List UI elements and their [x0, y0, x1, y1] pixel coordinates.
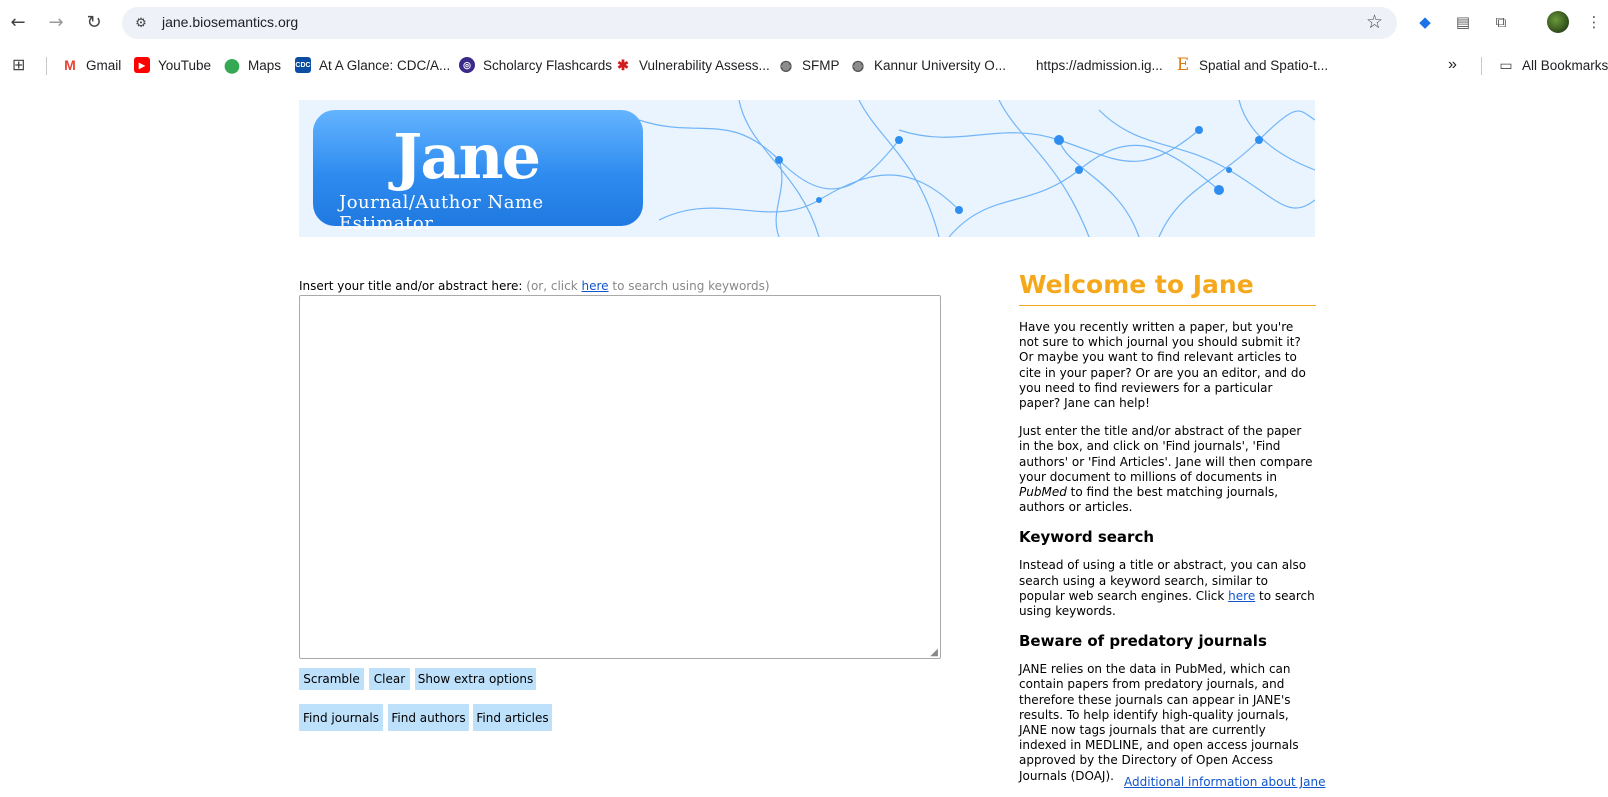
find-articles-button[interactable]: Find articles: [473, 704, 552, 731]
menu-kebab-icon[interactable]: ⋮: [1582, 10, 1606, 34]
all-bookmarks-button[interactable]: ▭ All Bookmarks: [1498, 56, 1608, 74]
folder-icon: ▭: [1499, 56, 1513, 73]
bookmark-label: Vulnerability Assess...: [639, 57, 770, 73]
resize-handle-icon[interactable]: ◢: [930, 647, 938, 658]
bookmark-star-icon[interactable]: ☆: [1366, 11, 1383, 33]
additional-info-link[interactable]: Additional information about Jane: [1124, 775, 1325, 789]
maps-pin-icon: ⬤: [224, 56, 240, 73]
predatory-heading: Beware of predatory journals: [1019, 632, 1267, 651]
scholarcy-icon: ◎: [459, 57, 475, 73]
hint-prefix: (or, click: [526, 279, 578, 293]
keyword-paragraph: Instead of using a title or abstract, yo…: [1019, 558, 1316, 619]
bookmark-separator: [46, 57, 47, 75]
cdc-icon: CDC: [295, 57, 311, 73]
keyword-hint: (or, click here to search using keywords…: [526, 279, 769, 293]
bookmarks-bar: ⊞ M Gmail ▶ YouTube ⬤ Maps CDC At A Glan…: [0, 48, 1608, 82]
site-settings-icon[interactable]: ⚙: [132, 14, 150, 32]
url-text[interactable]: jane.biosemantics.org: [162, 14, 298, 30]
bookmark-vulnerability[interactable]: ✱ Vulnerability Assess...: [615, 56, 770, 74]
bookmark-label: Gmail: [86, 57, 122, 73]
scramble-button[interactable]: Scramble: [299, 668, 364, 690]
bookmark-label: https://admission.ig...: [1036, 57, 1163, 73]
globe-icon: ◍: [779, 56, 793, 73]
clear-button[interactable]: Clear: [369, 668, 410, 690]
abstract-label: Insert your title and/or abstract here: …: [299, 279, 770, 293]
keyword-search-link[interactable]: here: [582, 279, 609, 293]
youtube-icon: ▶: [134, 57, 150, 73]
abstract-label-text: Insert your title and/or abstract here:: [299, 279, 523, 293]
bookmark-scholarcy[interactable]: ◎ Scholarcy Flashcards: [459, 56, 612, 74]
apps-grid-icon[interactable]: ⊞: [12, 56, 25, 74]
jane-banner: Jane Journal/Author Name Estimator: [299, 100, 1315, 237]
bookmark-label: YouTube: [158, 57, 212, 73]
bookmark-label: Scholarcy Flashcards: [483, 57, 613, 73]
welcome-sidebar: Welcome to Jane Have you recently writte…: [1019, 270, 1316, 797]
intro-paragraph: Have you recently written a paper, but y…: [1019, 320, 1306, 411]
bookmark-sfmp[interactable]: ◍ SFMP: [778, 56, 840, 74]
vulnerability-icon: ✱: [617, 56, 629, 73]
hint-suffix: to search using keywords): [612, 279, 770, 293]
browser-toolbar: ← → ↻ ⚙ jane.biosemantics.org ☆ ◆ ▤ ⧉ ⋮: [0, 0, 1608, 44]
bookmark-spatial[interactable]: E Spatial and Spatio-t...: [1175, 55, 1329, 75]
reading-mode-icon[interactable]: ▤: [1451, 10, 1475, 34]
bookmark-separator: [1481, 57, 1482, 75]
extension-icon[interactable]: ◆: [1413, 10, 1437, 34]
bookmark-label: Spatial and Spatio-t...: [1199, 57, 1329, 73]
find-authors-button[interactable]: Find authors: [388, 704, 469, 731]
how-to-text: Just enter the title and/or abstract of …: [1019, 424, 1313, 484]
logo-title: Jane: [393, 120, 541, 193]
forward-arrow-icon[interactable]: →: [43, 9, 69, 35]
bookmark-kannur[interactable]: ◍ Kannur University O...: [850, 56, 1006, 74]
gmail-icon: M: [64, 57, 76, 73]
bookmarks-overflow-button[interactable]: »: [1448, 56, 1457, 74]
bookmark-maps[interactable]: ⬤ Maps: [224, 56, 281, 74]
globe-icon: ◍: [851, 56, 865, 73]
bookmark-gmail[interactable]: M Gmail: [62, 56, 121, 74]
address-bar[interactable]: ⚙ jane.biosemantics.org ☆: [122, 7, 1397, 39]
bookmark-label: Kannur University O...: [874, 57, 1007, 73]
predatory-paragraph: JANE relies on the data in PubMed, which…: [1019, 662, 1299, 783]
bookmark-label: Maps: [248, 57, 282, 73]
jane-logo: Jane Journal/Author Name Estimator: [313, 110, 643, 234]
all-bookmarks-label: All Bookmarks: [1522, 57, 1608, 73]
keyword-search-heading: Keyword search: [1019, 528, 1155, 547]
back-arrow-icon[interactable]: ←: [5, 9, 31, 35]
e-logo-icon: E: [1176, 55, 1190, 75]
bookmark-cdc[interactable]: CDC At A Glance: CDC/A...: [295, 56, 450, 74]
pubmed-emphasis: PubMed: [1019, 485, 1067, 500]
abstract-textarea[interactable]: ◢: [299, 295, 941, 659]
keyword-here-link[interactable]: here: [1228, 589, 1255, 603]
extensions-puzzle-icon[interactable]: ⧉: [1489, 10, 1513, 34]
show-extra-options-button[interactable]: Show extra options: [415, 668, 536, 690]
find-journals-button[interactable]: Find journals: [299, 704, 383, 731]
how-to-paragraph: Just enter the title and/or abstract of …: [1019, 424, 1316, 515]
logo-subtitle: Journal/Author Name Estimator: [339, 192, 544, 234]
reload-icon[interactable]: ↻: [81, 9, 107, 35]
bookmark-label: SFMP: [802, 57, 840, 73]
bookmark-admission[interactable]: https://admission.ig...: [1036, 56, 1163, 74]
bookmark-youtube[interactable]: ▶ YouTube: [134, 56, 211, 74]
welcome-title: Welcome to Jane: [1019, 270, 1316, 306]
profile-avatar[interactable]: [1546, 10, 1570, 34]
bookmark-label: At A Glance: CDC/A...: [319, 57, 451, 73]
